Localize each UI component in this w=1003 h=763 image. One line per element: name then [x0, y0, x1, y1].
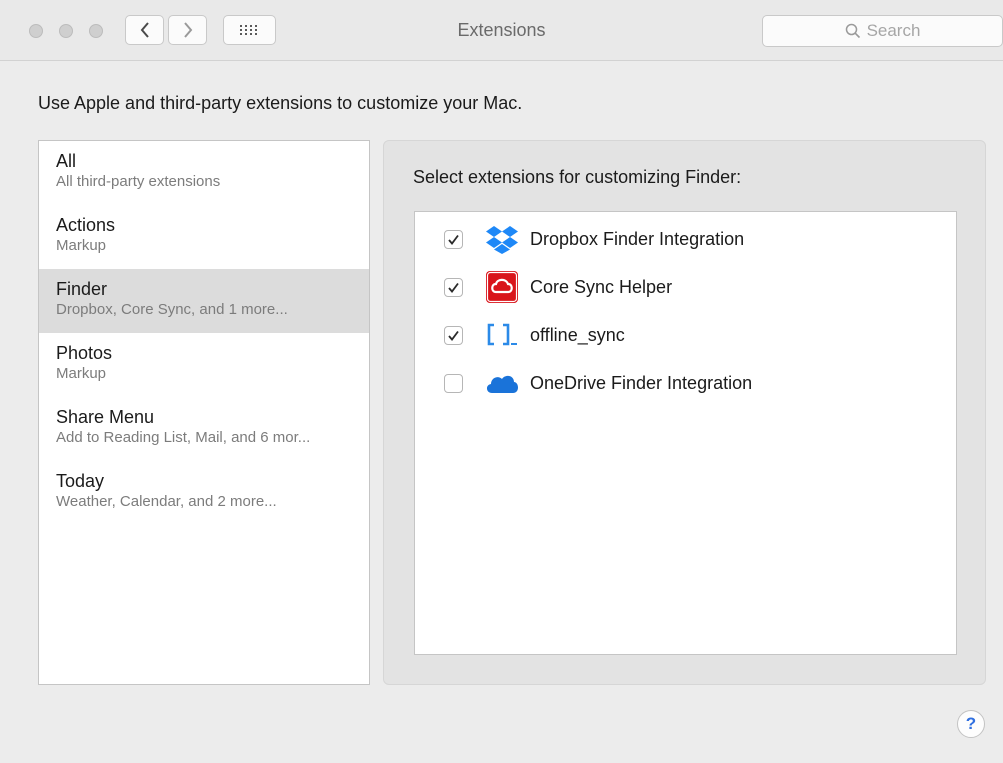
extension-row-onedrive: OneDrive Finder Integration: [415, 363, 956, 403]
sidebar-item-title: Finder: [56, 279, 108, 299]
dropbox-icon: [484, 223, 520, 255]
extension-checkbox-offline-sync[interactable]: [444, 325, 463, 345]
close-window-button[interactable]: [29, 24, 43, 38]
extension-name: Dropbox Finder Integration: [530, 228, 745, 249]
extension-row-core-sync: Core Sync Helper: [415, 267, 956, 307]
extensions-panel: Select extensions for customizing Finder…: [383, 140, 986, 685]
sidebar-item-actions[interactable]: Actions Markup: [39, 205, 369, 269]
extension-category-list: All All third-party extensions Actions M…: [38, 140, 370, 685]
extension-name: OneDrive Finder Integration: [530, 372, 753, 393]
brackets-icon: [484, 319, 520, 351]
help-button[interactable]: ?: [957, 710, 985, 738]
sidebar-item-title: Photos: [56, 343, 113, 363]
chevron-right-icon: [183, 22, 192, 38]
title-bar: Extensions Search: [0, 0, 1003, 61]
sidebar-item-subtitle: All third-party extensions: [56, 173, 221, 190]
sidebar-item-all[interactable]: All All third-party extensions: [39, 141, 369, 205]
extension-name: offline_sync: [530, 324, 625, 345]
extension-checkbox-core-sync[interactable]: [444, 277, 463, 297]
sidebar-item-title: Actions: [56, 215, 116, 235]
sidebar-item-title: All: [56, 151, 77, 171]
onedrive-cloud-icon: [484, 367, 520, 399]
sidebar-item-finder[interactable]: Finder Dropbox, Core Sync, and 1 more...: [39, 269, 369, 333]
extension-checkbox-onedrive[interactable]: [444, 373, 463, 393]
extension-name: Core Sync Helper: [530, 276, 673, 297]
sidebar-item-subtitle: Markup: [56, 365, 107, 382]
checkmark-icon: [448, 330, 459, 341]
search-field[interactable]: Search: [762, 15, 1003, 47]
show-all-button[interactable]: [223, 15, 276, 45]
checkmark-icon: [448, 234, 459, 245]
grid-icon: [239, 25, 257, 35]
extension-list: Dropbox Finder Integration Core Sync Hel…: [414, 211, 957, 655]
sidebar-item-title: Today: [56, 471, 105, 491]
search-placeholder: Search: [866, 21, 921, 40]
sidebar-item-today[interactable]: Today Weather, Calendar, and 2 more...: [39, 461, 369, 525]
sidebar-item-subtitle: Add to Reading List, Mail, and 6 mor...: [56, 429, 311, 446]
intro-text: Use Apple and third-party extensions to …: [38, 93, 523, 113]
checkmark-icon: [448, 282, 459, 293]
sidebar-item-share-menu[interactable]: Share Menu Add to Reading List, Mail, an…: [39, 397, 369, 461]
panel-heading: Select extensions for customizing Finder…: [413, 167, 742, 187]
minimize-window-button[interactable]: [59, 24, 73, 38]
sidebar-item-photos[interactable]: Photos Markup: [39, 333, 369, 397]
extension-checkbox-dropbox[interactable]: [444, 229, 463, 249]
extension-row-offline-sync: offline_sync: [415, 315, 956, 355]
forward-button[interactable]: [168, 15, 207, 45]
adobe-creative-cloud-icon: [484, 271, 520, 303]
magnifier-icon: [845, 23, 860, 39]
sidebar-item-subtitle: Weather, Calendar, and 2 more...: [56, 493, 277, 510]
zoom-window-button[interactable]: [89, 24, 103, 38]
back-button[interactable]: [125, 15, 164, 45]
sidebar-item-subtitle: Markup: [56, 237, 107, 254]
extension-row-dropbox: Dropbox Finder Integration: [415, 219, 956, 259]
chevron-left-icon: [140, 22, 149, 38]
sidebar-item-subtitle: Dropbox, Core Sync, and 1 more...: [56, 301, 288, 318]
sidebar-item-title: Share Menu: [56, 407, 155, 427]
